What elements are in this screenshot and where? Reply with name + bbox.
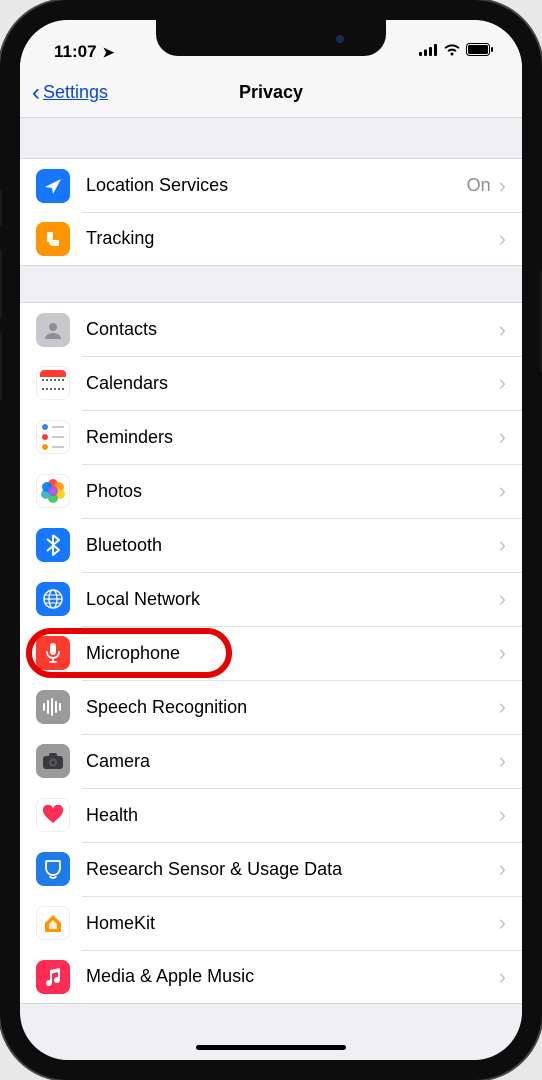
music-icon: [36, 960, 70, 994]
back-button[interactable]: ‹ Settings: [20, 79, 108, 107]
cell-contacts[interactable]: Contacts ›: [20, 302, 522, 356]
battery-icon: [466, 43, 494, 61]
chevron-right-icon: ›: [499, 802, 506, 828]
chevron-right-icon: ›: [499, 910, 506, 936]
cell-label: Health: [86, 805, 499, 826]
location-arrow-icon: [36, 169, 70, 203]
home-indicator[interactable]: [196, 1045, 346, 1050]
cell-label: Tracking: [86, 228, 499, 249]
notch: [156, 20, 386, 56]
research-icon: [36, 852, 70, 886]
cell-health[interactable]: Health ›: [20, 788, 522, 842]
volume-down-button: [0, 332, 2, 400]
cell-reminders[interactable]: Reminders ›: [20, 410, 522, 464]
group-spacer: [20, 266, 522, 302]
status-time: 11:07: [54, 42, 97, 62]
navigation-bar: ‹ Settings Privacy: [20, 68, 522, 118]
cell-microphone[interactable]: Microphone ›: [20, 626, 522, 680]
group-spacer: [20, 118, 522, 158]
phone-frame: 11:07 ➤ ‹ Settings Privacy: [0, 0, 542, 1080]
tracking-icon: [36, 222, 70, 256]
chevron-right-icon: ›: [499, 173, 506, 199]
chevron-right-icon: ›: [499, 317, 506, 343]
chevron-right-icon: ›: [499, 370, 506, 396]
chevron-right-icon: ›: [499, 856, 506, 882]
microphone-icon: [36, 636, 70, 670]
cell-label: Contacts: [86, 319, 499, 340]
cell-bluetooth[interactable]: Bluetooth ›: [20, 518, 522, 572]
globe-icon: [36, 582, 70, 616]
screen: 11:07 ➤ ‹ Settings Privacy: [20, 20, 522, 1060]
cell-value: On: [467, 175, 491, 196]
cell-label: HomeKit: [86, 913, 499, 934]
cell-label: Reminders: [86, 427, 499, 448]
chevron-right-icon: ›: [499, 964, 506, 990]
location-indicator-icon: ➤: [103, 44, 115, 61]
cell-photos[interactable]: Photos ›: [20, 464, 522, 518]
cell-label: Media & Apple Music: [86, 966, 499, 987]
contacts-icon: [36, 313, 70, 347]
cell-research[interactable]: Research Sensor & Usage Data ›: [20, 842, 522, 896]
chevron-right-icon: ›: [499, 586, 506, 612]
cell-label: Local Network: [86, 589, 499, 610]
bluetooth-icon: [36, 528, 70, 562]
chevron-right-icon: ›: [499, 424, 506, 450]
chevron-right-icon: ›: [499, 748, 506, 774]
cell-label: Speech Recognition: [86, 697, 499, 718]
heart-icon: [36, 798, 70, 832]
home-icon: [36, 906, 70, 940]
mute-switch: [0, 190, 2, 226]
cell-homekit[interactable]: HomeKit ›: [20, 896, 522, 950]
cell-label: Location Services: [86, 175, 467, 196]
volume-up-button: [0, 250, 2, 318]
cell-tracking[interactable]: Tracking ›: [20, 212, 522, 266]
content-scroll[interactable]: Location Services On › Tracking › Contac…: [20, 118, 522, 1060]
cell-local-network[interactable]: Local Network ›: [20, 572, 522, 626]
cell-location-services[interactable]: Location Services On ›: [20, 158, 522, 212]
cellular-signal-icon: [419, 43, 438, 61]
cell-label: Photos: [86, 481, 499, 502]
chevron-right-icon: ›: [499, 694, 506, 720]
cell-label: Microphone: [86, 643, 499, 664]
waveform-icon: [36, 690, 70, 724]
back-label: Settings: [43, 82, 108, 103]
cell-calendars[interactable]: Calendars ›: [20, 356, 522, 410]
reminders-icon: [36, 420, 70, 454]
chevron-right-icon: ›: [499, 532, 506, 558]
chevron-right-icon: ›: [499, 478, 506, 504]
wifi-icon: [443, 43, 461, 61]
cell-media-music[interactable]: Media & Apple Music ›: [20, 950, 522, 1004]
cell-label: Bluetooth: [86, 535, 499, 556]
chevron-right-icon: ›: [499, 640, 506, 666]
photos-icon: [36, 474, 70, 508]
cell-label: Calendars: [86, 373, 499, 394]
cell-camera[interactable]: Camera ›: [20, 734, 522, 788]
cell-label: Research Sensor & Usage Data: [86, 859, 499, 880]
chevron-right-icon: ›: [499, 226, 506, 252]
chevron-left-icon: ‹: [32, 79, 40, 107]
camera-icon: [36, 744, 70, 778]
cell-label: Camera: [86, 751, 499, 772]
calendar-icon: [36, 366, 70, 400]
cell-speech-recognition[interactable]: Speech Recognition ›: [20, 680, 522, 734]
